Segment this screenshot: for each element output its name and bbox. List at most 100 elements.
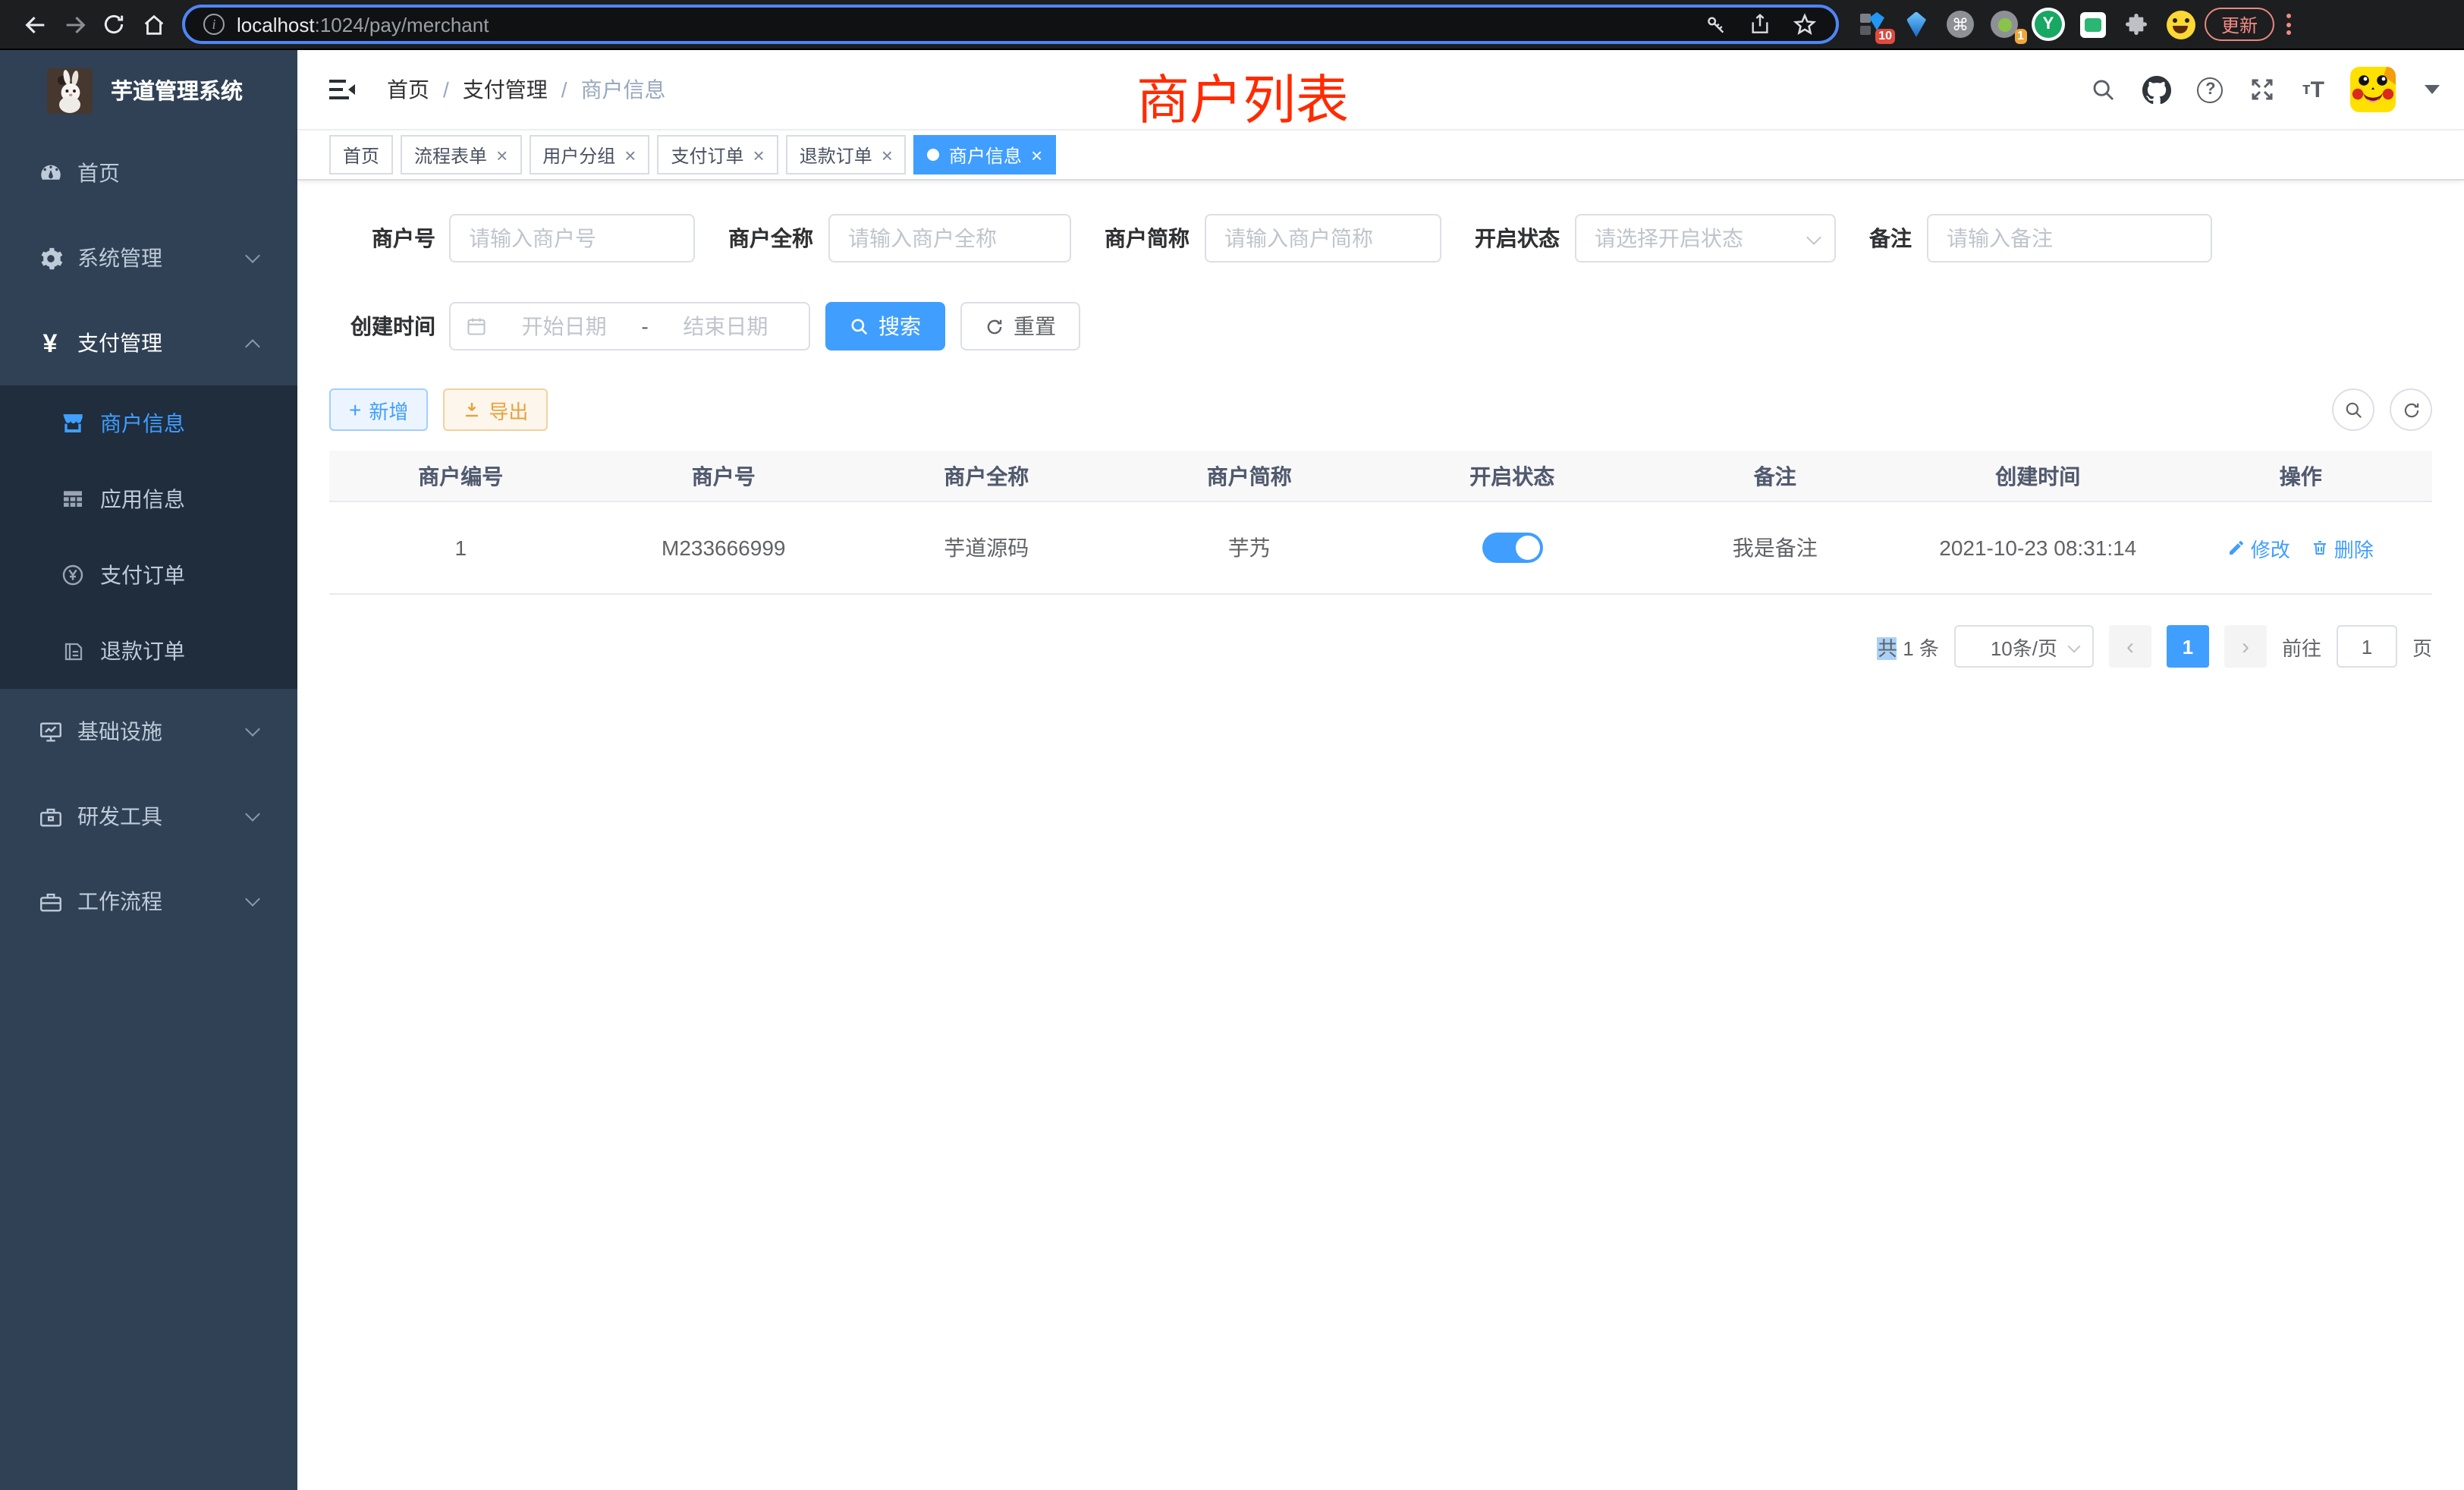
- extension-proxy-icon[interactable]: 1: [1989, 9, 2019, 39]
- bookmark-star-icon[interactable]: [1792, 11, 1818, 37]
- hide-search-button[interactable]: [2332, 388, 2374, 431]
- share-icon[interactable]: [1748, 12, 1772, 36]
- password-key-icon[interactable]: [1704, 12, 1728, 36]
- briefcase-icon: [36, 888, 64, 915]
- prev-page-button[interactable]: ‹: [2109, 625, 2151, 668]
- help-button[interactable]: ?: [2198, 77, 2224, 102]
- reset-button[interactable]: 重置: [960, 302, 1080, 350]
- short-name-input[interactable]: [1205, 214, 1441, 262]
- merchant-no-input[interactable]: [449, 214, 695, 262]
- browser-reload-button[interactable]: [94, 5, 134, 44]
- refresh-table-button[interactable]: [2390, 388, 2432, 431]
- delete-button[interactable]: 删除: [2312, 533, 2374, 562]
- refresh-icon: [2401, 400, 2421, 420]
- sidebar-item-payment[interactable]: ¥ 支付管理: [0, 300, 297, 385]
- sidebar-item-merchant-info[interactable]: 商户信息: [0, 385, 297, 461]
- sidebar-item-infrastructure[interactable]: 基础设施: [0, 689, 297, 774]
- page-size-select[interactable]: 10条/页: [1954, 625, 2094, 668]
- tab-merchant-info[interactable]: 商户信息×: [914, 135, 1056, 174]
- column-header: 备注: [1644, 461, 1907, 491]
- search-button[interactable]: 搜索: [825, 302, 945, 350]
- active-dot: [928, 149, 940, 161]
- close-icon[interactable]: ×: [1031, 145, 1042, 165]
- create-time-range-picker[interactable]: 开始日期 - 结束日期: [449, 302, 810, 350]
- sidebar-item-dev-tools[interactable]: 研发工具: [0, 774, 297, 859]
- full-name-input[interactable]: [828, 214, 1071, 262]
- browser-update-button[interactable]: 更新: [2205, 8, 2274, 41]
- page-number-button[interactable]: 1: [2167, 625, 2209, 668]
- add-button[interactable]: + 新增: [329, 388, 428, 431]
- edit-button[interactable]: 修改: [2228, 533, 2290, 562]
- close-icon[interactable]: ×: [882, 145, 893, 165]
- sidebar-item-home[interactable]: 首页: [0, 130, 297, 215]
- field-label: 备注: [1869, 223, 1912, 253]
- cell-merchant-no: M233666999: [592, 536, 856, 560]
- hamburger-icon: [329, 77, 357, 102]
- sidebar-item-label: 支付订单: [100, 560, 185, 590]
- column-header: 商户号: [592, 461, 856, 491]
- filter-row-2: 创建时间 开始日期 - 结束日期 搜索 重置: [329, 302, 2432, 350]
- tab-refund-order[interactable]: 退款订单×: [786, 135, 907, 174]
- fullscreen-icon: [2249, 76, 2277, 103]
- extension-gem-icon[interactable]: [1901, 9, 1931, 39]
- sidebar-toggle-button[interactable]: [323, 71, 363, 108]
- browser-home-button[interactable]: [134, 5, 173, 44]
- sidebar-item-system[interactable]: 系统管理: [0, 215, 297, 300]
- status-select[interactable]: [1575, 214, 1836, 262]
- user-avatar[interactable]: [2350, 67, 2396, 112]
- sidebar-item-refund-order[interactable]: 退款订单: [0, 613, 297, 689]
- dashboard-icon: [36, 159, 64, 187]
- extension-y-icon[interactable]: Y: [2033, 9, 2063, 39]
- app-logo[interactable]: 芋道管理系统: [0, 50, 297, 130]
- tab-home[interactable]: 首页: [329, 135, 393, 174]
- close-icon[interactable]: ×: [753, 145, 765, 165]
- goto-page-input[interactable]: [2337, 625, 2397, 668]
- cell-full-name: 芋道源码: [855, 533, 1118, 563]
- sidebar-item-label: 应用信息: [100, 484, 185, 514]
- fullscreen-button[interactable]: [2249, 76, 2277, 103]
- search-icon: [850, 316, 869, 336]
- extension-chat-icon[interactable]: [2077, 9, 2107, 39]
- address-bar[interactable]: i localhost:1024/pay/merchant: [182, 5, 1839, 44]
- tab-user-group[interactable]: 用户分组×: [529, 135, 649, 174]
- breadcrumb-home[interactable]: 首页: [387, 74, 429, 105]
- font-size-button[interactable]: тT: [2302, 77, 2324, 102]
- browser-back-button[interactable]: [15, 5, 55, 44]
- tab-process-form[interactable]: 流程表单×: [401, 135, 521, 174]
- sidebar-item-label: 支付管理: [77, 328, 162, 358]
- column-header: 创建时间: [1906, 461, 2170, 491]
- chevron-up-icon: [245, 339, 260, 354]
- tab-pay-order[interactable]: 支付订单×: [657, 135, 778, 174]
- sidebar-item-workflow[interactable]: 工作流程: [0, 859, 297, 944]
- extension-command-icon[interactable]: ⌘: [1945, 9, 1975, 39]
- remark-input[interactable]: [1927, 214, 2212, 262]
- export-button[interactable]: 导出: [443, 388, 548, 431]
- close-icon[interactable]: ×: [624, 145, 636, 165]
- user-menu-caret-icon[interactable]: [2425, 85, 2440, 94]
- next-page-button[interactable]: ›: [2224, 625, 2267, 668]
- yen-icon: ¥: [36, 329, 64, 357]
- chevron-down-icon: [2067, 640, 2080, 653]
- extension-grid-diamond-icon[interactable]: 10: [1857, 9, 1887, 39]
- sidebar: 芋道管理系统 首页 系统管理 ¥ 支付管理: [0, 50, 297, 1490]
- column-header: 操作: [2170, 461, 2433, 491]
- github-link[interactable]: [2143, 75, 2172, 104]
- sidebar-item-pay-order[interactable]: 支付订单: [0, 537, 297, 613]
- status-toggle[interactable]: [1482, 533, 1542, 563]
- site-info-icon[interactable]: i: [203, 14, 225, 35]
- close-icon[interactable]: ×: [496, 145, 508, 165]
- gear-icon: [36, 244, 64, 272]
- url-text: localhost:1024/pay/merchant: [237, 13, 489, 36]
- extensions-puzzle-icon[interactable]: [2121, 9, 2151, 39]
- breadcrumb-current: 商户信息: [581, 74, 666, 105]
- sidebar-item-app-info[interactable]: 应用信息: [0, 461, 297, 537]
- field-label: 商户号: [329, 223, 435, 253]
- browser-toolbar: i localhost:1024/pay/merchant 10 ⌘ 1 Y: [0, 0, 2464, 50]
- browser-menu-icon[interactable]: [2280, 14, 2297, 35]
- pagination-total: 共 1 条: [1878, 632, 1939, 661]
- browser-profile-avatar[interactable]: [2165, 9, 2195, 39]
- app-title: 芋道管理系统: [111, 74, 243, 106]
- question-icon: ?: [2198, 77, 2224, 102]
- header-search-button[interactable]: [2092, 77, 2117, 102]
- browser-forward-button[interactable]: [55, 5, 94, 44]
